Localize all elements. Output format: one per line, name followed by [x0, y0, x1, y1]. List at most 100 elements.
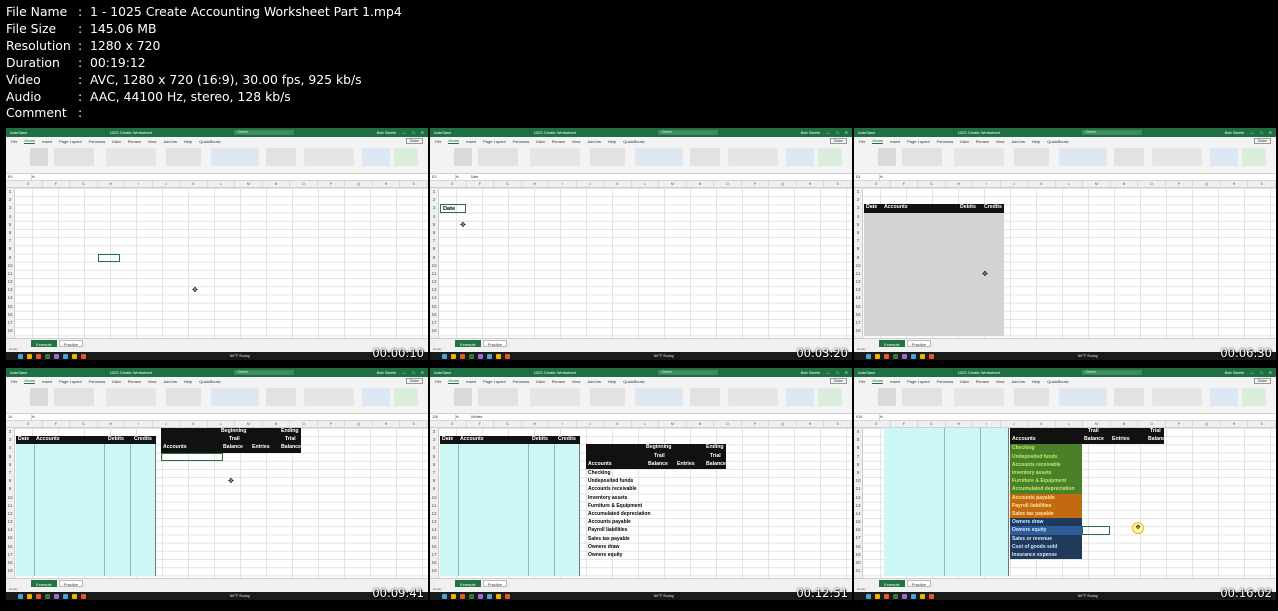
column-header[interactable]: Q [1193, 421, 1221, 427]
taskbar-app-icon[interactable] [505, 353, 510, 359]
column-header[interactable]: O [714, 421, 742, 427]
taskbar-app-icon[interactable] [451, 353, 456, 359]
row-number[interactable]: 5 [854, 221, 862, 229]
column-header[interactable]: S [1248, 181, 1276, 187]
cells-group[interactable] [690, 388, 720, 406]
column-header[interactable]: M [659, 181, 687, 187]
row-number[interactable]: 16 [430, 311, 438, 319]
row-number[interactable]: 14 [854, 510, 862, 518]
row-number[interactable]: 1 [6, 188, 14, 196]
taskbar-app-icon[interactable] [18, 353, 23, 359]
taskbar-app-icon[interactable] [920, 593, 925, 599]
clipboard-group[interactable] [30, 388, 48, 406]
taskbar-app-icon[interactable] [469, 353, 474, 359]
column-header[interactable]: G [70, 421, 98, 427]
row-number[interactable]: 13 [6, 286, 14, 294]
ribbon-tab-insert[interactable]: Insert [890, 379, 900, 384]
alignment-group[interactable] [954, 148, 1004, 166]
column-header[interactable]: E [863, 181, 891, 187]
maximize-icon[interactable]: □ [1260, 370, 1262, 375]
analysis-group[interactable] [362, 388, 390, 406]
column-header[interactable]: P [318, 421, 346, 427]
row-number[interactable]: 15 [430, 303, 438, 311]
close-icon[interactable]: ✕ [845, 370, 848, 375]
row-number[interactable]: 10 [430, 494, 438, 502]
worksheet-grid[interactable] [430, 188, 852, 342]
search-input[interactable]: Search [658, 370, 719, 375]
taskbar-app-icon[interactable] [469, 593, 474, 599]
column-header[interactable]: F [891, 181, 919, 187]
name-box[interactable]: E3 [430, 174, 456, 180]
number-group[interactable] [166, 148, 201, 166]
column-header[interactable]: H [946, 421, 974, 427]
row-number[interactable]: 3 [430, 436, 438, 444]
close-icon[interactable]: ✕ [1269, 370, 1272, 375]
row-number[interactable]: 13 [6, 518, 14, 526]
taskbar-app-icon[interactable] [54, 593, 59, 599]
account-row[interactable]: Accounts receivable [1010, 460, 1082, 469]
column-header[interactable]: Q [345, 181, 373, 187]
taskbar-app-icon[interactable] [866, 353, 871, 359]
column-header[interactable]: S [400, 181, 428, 187]
formula-input[interactable]: Utilities [459, 415, 483, 419]
weather-widget[interactable]: 60°F Sunny [230, 594, 250, 598]
column-header[interactable]: R [373, 181, 401, 187]
ribbon-tab-view[interactable]: View [572, 379, 581, 384]
share-button[interactable]: Share [829, 138, 847, 144]
account-row[interactable]: Checking [586, 469, 686, 477]
row-number[interactable]: 4 [430, 444, 438, 452]
row-number[interactable]: 14 [430, 526, 438, 534]
account-row[interactable]: Owners equity [586, 551, 686, 559]
row-number[interactable]: 12 [6, 278, 14, 286]
row-number[interactable]: 10 [6, 494, 14, 502]
search-input[interactable]: Search [1082, 370, 1143, 375]
alignment-group[interactable] [106, 388, 156, 406]
row-number[interactable]: 6 [854, 229, 862, 237]
font-group[interactable] [902, 388, 942, 406]
column-header[interactable]: I [973, 181, 1001, 187]
row-number[interactable]: 6 [6, 229, 14, 237]
ribbon-tab-home[interactable]: Home [24, 378, 36, 384]
ribbon-tab-file[interactable]: File [11, 379, 17, 384]
taskbar-app-icon[interactable] [45, 353, 50, 359]
ribbon-tab-formulas[interactable]: Formulas [513, 379, 530, 384]
ribbon-tab-home[interactable]: Home [448, 138, 460, 144]
minimize-icon[interactable]: — [1250, 370, 1254, 375]
ribbon-tab-file[interactable]: File [859, 379, 865, 384]
taskbar-app-icon[interactable] [451, 593, 456, 599]
row-number[interactable]: 16 [430, 543, 438, 551]
cells-group[interactable] [690, 148, 720, 166]
column-header[interactable]: L [1056, 421, 1084, 427]
clipboard-group[interactable] [878, 148, 896, 166]
row-number[interactable]: 1 [854, 188, 862, 196]
column-header[interactable]: E [863, 421, 891, 427]
money-in-excel-group[interactable] [394, 388, 418, 406]
row-number[interactable]: 8 [6, 477, 14, 485]
row-number[interactable]: 5 [854, 436, 862, 444]
minimize-icon[interactable]: — [826, 370, 830, 375]
row-number[interactable]: 17 [430, 551, 438, 559]
close-icon[interactable]: ✕ [421, 130, 424, 135]
ribbon-tab-help[interactable]: Help [608, 379, 616, 384]
column-header[interactable]: R [1221, 181, 1249, 187]
styles-group[interactable] [635, 388, 683, 406]
column-header[interactable]: S [1248, 421, 1276, 427]
row-number[interactable]: 19 [854, 551, 862, 559]
ribbon-tab-review[interactable]: Review [128, 139, 141, 144]
taskbar-app-icon[interactable] [893, 593, 898, 599]
column-header[interactable]: R [1221, 421, 1249, 427]
ribbon-tab-add-ins[interactable]: Add-ins [1011, 139, 1025, 144]
cells-group[interactable] [1114, 388, 1144, 406]
taskbar-app-icon[interactable] [920, 353, 925, 359]
row-number[interactable]: 12 [854, 494, 862, 502]
taskbar-app-icon[interactable] [875, 353, 880, 359]
account-row[interactable]: Owners draw [586, 543, 686, 551]
clipboard-group[interactable] [454, 388, 472, 406]
column-header[interactable]: M [1083, 421, 1111, 427]
search-input[interactable]: Search [1082, 130, 1143, 135]
row-number[interactable]: 7 [6, 237, 14, 245]
row-number[interactable]: 9 [6, 254, 14, 262]
search-input[interactable]: Search [234, 370, 295, 375]
styles-group[interactable] [1059, 388, 1107, 406]
taskbar-app-icon[interactable] [81, 353, 86, 359]
